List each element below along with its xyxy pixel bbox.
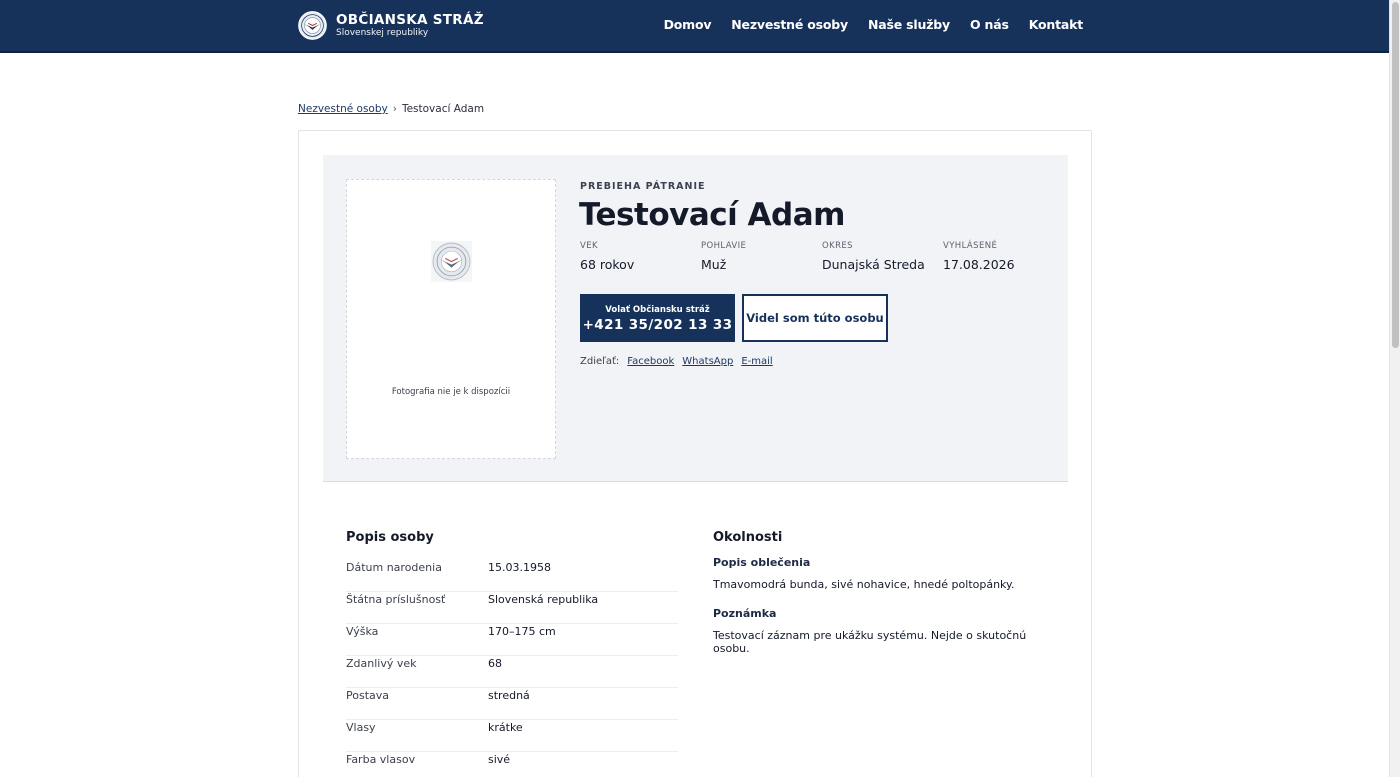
fact-district: OKRES Dunajská Streda (822, 241, 943, 272)
row-label: Štátna príslušnosť (346, 593, 446, 606)
description-row: Postava stredná (346, 688, 678, 720)
fact-sex: POHLAVIE Muž (701, 241, 822, 272)
nav-about[interactable]: O nás (970, 17, 1009, 32)
row-value: Slovenská republika (488, 593, 599, 606)
description-row: Dátum narodenia 15.03.1958 (346, 560, 678, 592)
brand-title: OBČIANSKA STRÁŽ (336, 12, 484, 28)
row-label: Farba vlasov (346, 753, 416, 766)
brand-subtitle: Slovenskej republiky (336, 28, 429, 38)
description-row: Zdanlivý vek 68 (346, 656, 678, 688)
fact-value: 17.08.2026 (943, 257, 1015, 272)
description-row: Štátna príslušnosť Slovenská republika (346, 592, 678, 624)
row-label: Dátum narodenia (346, 561, 442, 574)
row-value: sivé (488, 753, 511, 766)
breadcrumb-current: Testovací Adam (401, 103, 485, 115)
description-row: Farba vlasov sivé (346, 752, 678, 777)
clothing-title: Popis oblečenia (713, 556, 811, 569)
seen-person-button[interactable]: Videl som túto osobu (742, 294, 888, 342)
main-nav: Domov Nezvestné osoby Naše služby O nás … (644, 17, 1084, 32)
row-label: Výška (346, 625, 379, 638)
row-label: Vlasy (346, 721, 376, 734)
fact-value: 68 rokov (580, 257, 635, 272)
row-value: 170–175 cm (488, 625, 556, 638)
person-name: Testovací Adam (579, 197, 845, 233)
call-button-number: +421 35/202 13 33 (582, 317, 733, 333)
person-description-section: Popis osoby Dátum narodenia 15.03.1958 Š… (346, 530, 678, 777)
fact-age: VEK 68 rokov (580, 241, 701, 272)
share-email-link[interactable]: E-mail (741, 356, 772, 367)
description-row: Vlasy krátke (346, 720, 678, 752)
row-label: Postava (346, 689, 390, 702)
call-guard-button[interactable]: Volať Občiansku stráž +421 35/202 13 33 (580, 294, 735, 342)
description-row: Výška 170–175 cm (346, 624, 678, 656)
share-label: Zdieľať: (580, 356, 620, 367)
fact-value: Dunajská Streda (822, 257, 925, 272)
share-facebook-link[interactable]: Facebook (627, 356, 674, 367)
fact-value: Muž (701, 257, 727, 272)
nav-missing-persons[interactable]: Nezvestné osoby (731, 17, 848, 32)
breadcrumb-parent-link[interactable]: Nezvestné osoby (298, 103, 388, 115)
section-title: Okolnosti (713, 530, 783, 545)
fact-label: VEK (580, 241, 598, 251)
call-button-label: Volať Občiansku stráž (605, 305, 710, 315)
breadcrumb-separator: › (392, 103, 397, 115)
person-hero: Fotografia nie je k dispozícii PREBIEHA … (323, 155, 1068, 482)
row-value: 68 (488, 657, 502, 670)
scrollbar-thumb[interactable] (1392, 2, 1399, 348)
circumstances-section: Okolnosti Popis oblečenia Tmavomodrá bun… (713, 530, 1063, 671)
nav-home[interactable]: Domov (664, 17, 712, 32)
fact-declared: VYHLÁSENÉ 17.08.2026 (943, 241, 1064, 272)
civic-guard-emblem-icon (431, 241, 472, 282)
section-title: Popis osoby (346, 530, 434, 545)
fact-label: VYHLÁSENÉ (943, 241, 998, 251)
person-detail-card: Fotografia nie je k dispozícii PREBIEHA … (298, 130, 1092, 777)
row-value: stredná (488, 689, 530, 702)
fact-label: POHLAVIE (701, 241, 747, 251)
vertical-scrollbar[interactable] (1389, 0, 1400, 777)
row-value: 15.03.1958 (488, 561, 551, 574)
share-whatsapp-link[interactable]: WhatsApp (682, 356, 733, 367)
share-links: Zdieľať: Facebook WhatsApp E-mail (580, 356, 773, 367)
note-text: Testovací záznam pre ukážku systému. Nej… (713, 629, 1027, 655)
top-navigation-bar: OBČIANSKA STRÁŽ Slovenskej republiky Dom… (0, 0, 1389, 53)
row-label: Zdanlivý vek (346, 657, 417, 670)
photo-caption: Fotografia nie je k dispozícii (391, 387, 511, 397)
note-title: Poznámka (713, 607, 777, 620)
civic-guard-emblem-icon (298, 11, 327, 40)
fact-label: OKRES (822, 241, 853, 251)
key-facts: VEK 68 rokov POHLAVIE Muž OKRES Dunajská… (580, 241, 1064, 272)
nav-services[interactable]: Naše služby (868, 17, 950, 32)
search-status-label: PREBIEHA PÁTRANIE (580, 181, 706, 192)
photo-placeholder: Fotografia nie je k dispozícii (346, 179, 556, 459)
clothing-text: Tmavomodrá bunda, sivé nohavice, hnedé p… (713, 578, 1015, 591)
row-value: krátke (488, 721, 523, 734)
nav-contact[interactable]: Kontakt (1029, 17, 1083, 32)
breadcrumb: Nezvestné osoby › Testovací Adam (298, 103, 484, 115)
brand-home-link[interactable]: OBČIANSKA STRÁŽ Slovenskej republiky (298, 11, 484, 40)
